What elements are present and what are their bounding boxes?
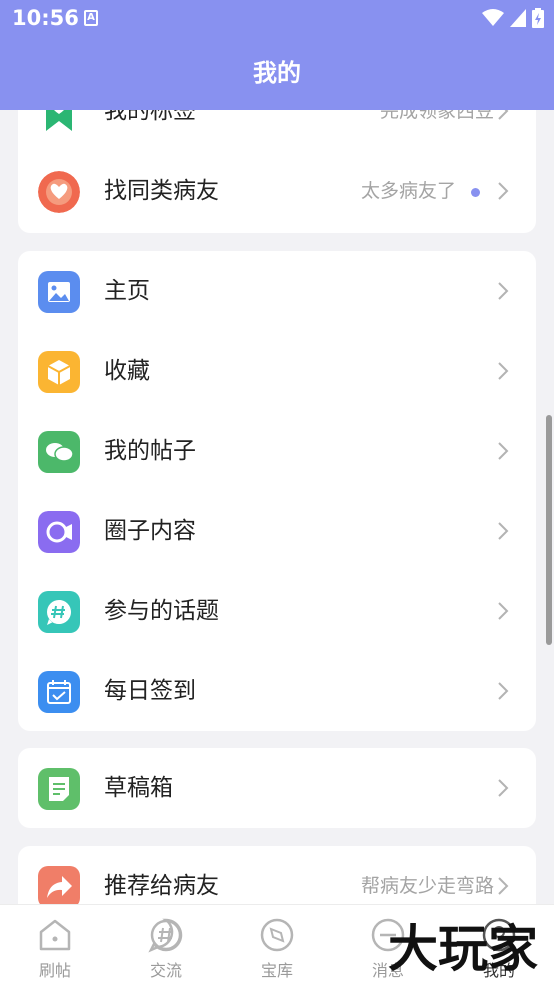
chevron-right-icon — [498, 182, 509, 200]
menu-item-homepage[interactable]: 主页 — [18, 251, 536, 331]
share-card: 推荐给病友 帮病友少走弯路 — [18, 846, 536, 904]
menu-item-find-similar[interactable]: 找同类病友 太多病友了 — [18, 151, 536, 231]
compass-icon — [260, 918, 294, 952]
menu-item-label: 每日签到 — [104, 678, 196, 704]
chevron-right-icon — [498, 110, 509, 120]
menu-item-label: 参与的话题 — [104, 598, 219, 624]
menu-item-hint: 帮病友少走弯路 — [360, 875, 494, 897]
menu-item-topics[interactable]: 参与的话题 — [18, 571, 536, 651]
signal-icon — [510, 9, 526, 27]
chevron-right-icon — [498, 442, 509, 460]
menu-item-daily-checkin[interactable]: 每日签到 — [18, 651, 536, 731]
tab-label: 交流 — [149, 961, 182, 980]
chevron-right-icon — [498, 779, 509, 797]
chevron-right-icon — [498, 522, 509, 540]
hashtag-bubble-icon — [38, 591, 80, 633]
image-icon — [38, 271, 80, 313]
menu-item-label: 主页 — [104, 278, 150, 304]
menu-item-label: 草稿箱 — [104, 775, 173, 801]
menu-item-recommend[interactable]: 推荐给病友 帮病友少走弯路 — [18, 846, 536, 904]
bookmark-badge-icon — [46, 110, 72, 131]
chat-bubbles-icon — [38, 431, 80, 473]
box-icon — [38, 351, 80, 393]
tab-treasury[interactable]: 宝库 — [222, 905, 332, 984]
chevron-right-icon — [498, 602, 509, 620]
system-icons — [482, 8, 544, 28]
chevron-right-icon — [498, 877, 509, 895]
menu-item-drafts[interactable]: 草稿箱 — [18, 748, 536, 828]
notification-icon: A — [84, 10, 98, 26]
menu-item-circle-content[interactable]: 圈子内容 — [18, 491, 536, 571]
watermark-logo: 大玩家 — [388, 920, 538, 978]
tab-label: 宝库 — [260, 961, 293, 980]
menu-item-label: 找同类病友 — [104, 178, 219, 204]
menu-item-label: 我的标签 — [104, 110, 196, 124]
tab-community[interactable]: 交流 — [111, 905, 221, 984]
chevron-right-icon — [498, 282, 509, 300]
scrollbar[interactable] — [546, 415, 552, 645]
menu-item-favorites[interactable]: 收藏 — [18, 331, 536, 411]
features-card: 主页 收藏 我的帖子 圈子内容 参与的话题 每日签到 — [18, 251, 536, 731]
status-bar: 10:56 A — [0, 0, 554, 38]
tab-feed[interactable]: 刷帖 — [0, 905, 110, 984]
heart-icon — [38, 171, 80, 213]
profile-menu: 我的标签 完成领象西豆 找同类病友 太多病友了 主页 收藏 我的帖子 圈子内容 … — [0, 110, 554, 904]
menu-item-label: 我的帖子 — [104, 438, 196, 464]
menu-item-my-posts[interactable]: 我的帖子 — [18, 411, 536, 491]
wifi-icon — [482, 9, 504, 26]
unread-dot — [471, 188, 480, 197]
menu-item-label: 收藏 — [104, 358, 150, 384]
chevron-right-icon — [498, 362, 509, 380]
menu-item-my-tags[interactable]: 我的标签 完成领象西豆 — [18, 110, 536, 151]
home-icon — [39, 919, 71, 951]
calendar-check-icon — [38, 671, 80, 713]
menu-item-label: 圈子内容 — [104, 518, 196, 544]
menu-item-hint: 太多病友了 — [360, 180, 456, 202]
camera-circle-icon — [38, 511, 80, 553]
battery-icon — [532, 8, 544, 28]
status-time: 10:56 — [12, 6, 79, 30]
menu-item-label: 推荐给病友 — [104, 873, 219, 899]
menu-item-hint: 完成领象西豆 — [379, 110, 494, 122]
svg-text:大玩家: 大玩家 — [388, 920, 538, 978]
top-card: 我的标签 完成领象西豆 找同类病友 太多病友了 — [18, 110, 536, 233]
document-edit-icon — [38, 768, 80, 810]
tab-label: 刷帖 — [38, 961, 71, 980]
chevron-right-icon — [498, 682, 509, 700]
page-title: 我的 — [0, 38, 554, 110]
hashtag-chat-icon — [148, 918, 183, 953]
drafts-card: 草稿箱 — [18, 748, 536, 828]
share-arrow-icon — [38, 866, 80, 904]
